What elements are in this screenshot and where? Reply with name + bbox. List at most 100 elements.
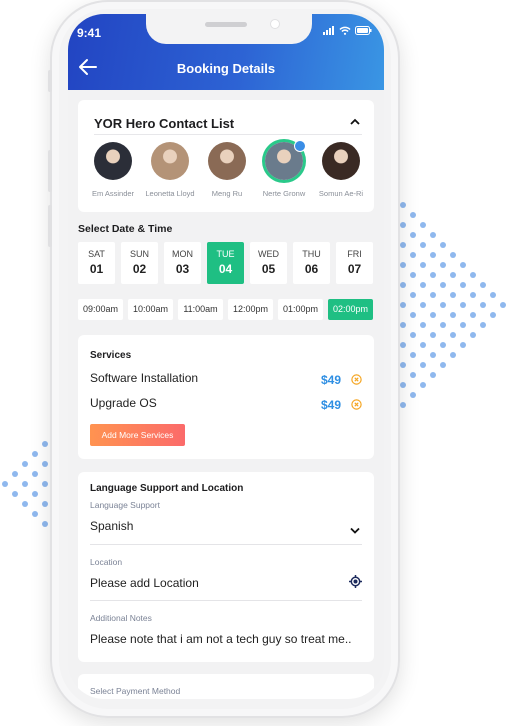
- contact-item[interactable]: Somun Ae-Ri: [312, 142, 370, 198]
- date-option[interactable]: THU 06: [293, 242, 330, 284]
- decorative-dot: [410, 292, 416, 298]
- decorative-dot: [430, 352, 436, 358]
- day-name: FRI: [347, 249, 362, 259]
- page-title: Booking Details: [176, 61, 276, 76]
- contact-item[interactable]: Meng Ru: [198, 142, 256, 198]
- decorative-dot: [400, 342, 406, 348]
- decorative-dot: [420, 302, 426, 308]
- service-price: $49: [320, 373, 341, 387]
- decorative-dot: [470, 292, 476, 298]
- date-option[interactable]: SAT 01: [78, 242, 115, 284]
- decorative-dot: [12, 491, 18, 497]
- decorative-dot: [450, 272, 456, 278]
- time-slot[interactable]: 11:00am: [178, 299, 223, 320]
- day-name: TUE: [216, 249, 235, 259]
- location-input[interactable]: Please add Location: [90, 576, 199, 590]
- decorative-dot: [400, 222, 406, 228]
- contact-name: Leonetta Lloyd: [145, 189, 195, 198]
- decorative-dot: [470, 332, 476, 338]
- decorative-dot: [460, 282, 466, 288]
- divider: [90, 600, 362, 601]
- status-icons: [323, 26, 372, 35]
- decorative-dot: [12, 471, 18, 477]
- locate-target-icon[interactable]: [349, 575, 362, 588]
- day-name: SAT: [88, 249, 105, 259]
- add-more-services-button[interactable]: Add More Services: [90, 424, 185, 446]
- service-name: Software Installation: [90, 371, 199, 385]
- volume-up-button: [48, 150, 52, 192]
- decorative-dot: [440, 302, 446, 308]
- decorative-dot: [42, 461, 48, 467]
- date-option[interactable]: MON 03: [164, 242, 201, 284]
- contact-name: Somun Ae-Ri: [318, 189, 364, 198]
- remove-circle-icon[interactable]: [351, 399, 362, 410]
- contact-name: Meng Ru: [211, 189, 243, 198]
- decorative-dot: [42, 441, 48, 447]
- time-slot[interactable]: 01:00pm: [278, 299, 323, 320]
- decorative-dot: [400, 202, 406, 208]
- decorative-dot: [2, 481, 8, 487]
- time-slot[interactable]: 10:00am: [128, 299, 173, 320]
- decorative-dot: [400, 262, 406, 268]
- decorative-dot: [500, 302, 506, 308]
- decorative-dot: [460, 262, 466, 268]
- contact-name: Nerte Gronw: [262, 189, 306, 198]
- avatar: [151, 142, 189, 180]
- contact-item[interactable]: Nerte Gronw: [255, 140, 313, 198]
- date-option[interactable]: FRI 07: [336, 242, 373, 284]
- decorative-dot: [410, 312, 416, 318]
- decorative-dot: [420, 262, 426, 268]
- decorative-dot: [430, 372, 436, 378]
- day-date: 07: [347, 262, 362, 276]
- contact-item[interactable]: Em Assinder: [84, 142, 142, 198]
- wifi-icon: [339, 26, 351, 35]
- avatar: [208, 142, 246, 180]
- battery-icon: [355, 26, 372, 35]
- day-date: 01: [89, 262, 104, 276]
- decorative-dot: [32, 451, 38, 457]
- decorative-dot: [400, 302, 406, 308]
- day-date: 05: [261, 262, 276, 276]
- decorative-dot: [32, 511, 38, 517]
- remove-circle-icon[interactable]: [351, 374, 362, 385]
- decorative-dot: [400, 282, 406, 288]
- divider: [94, 134, 362, 135]
- decorative-dot: [460, 342, 466, 348]
- time-slot[interactable]: 09:00am: [78, 299, 123, 320]
- divider: [90, 544, 362, 545]
- avatar: [265, 140, 306, 180]
- service-name: Upgrade OS: [90, 396, 157, 410]
- decorative-dot: [22, 481, 28, 487]
- payment-method-card[interactable]: Select Payment Method: [78, 674, 374, 699]
- avatar: [94, 142, 132, 180]
- day-date: 04: [218, 262, 233, 276]
- signal-icon: [323, 26, 334, 35]
- date-option[interactable]: TUE 04: [207, 242, 244, 284]
- date-option[interactable]: WED 05: [250, 242, 287, 284]
- decorative-dot: [450, 292, 456, 298]
- day-name: WED: [258, 249, 279, 259]
- decorative-dot: [42, 481, 48, 487]
- chevron-up-icon[interactable]: [350, 118, 360, 126]
- decorative-dot: [400, 322, 406, 328]
- decorative-dot: [480, 322, 486, 328]
- notes-input[interactable]: Please note that i am not a tech guy so …: [90, 632, 351, 646]
- decorative-dot: [420, 282, 426, 288]
- time-slot[interactable]: 12:00pm: [228, 299, 273, 320]
- decorative-dot: [480, 302, 486, 308]
- decorative-dot: [32, 491, 38, 497]
- decorative-dot: [440, 322, 446, 328]
- time-slot[interactable]: 02:00pm: [328, 299, 373, 320]
- decorative-dot: [450, 332, 456, 338]
- decorative-dot: [480, 282, 486, 288]
- decorative-dot: [22, 461, 28, 467]
- mute-switch: [48, 70, 52, 92]
- chevron-down-icon[interactable]: [350, 527, 360, 534]
- decorative-dot: [22, 501, 28, 507]
- decorative-dot: [42, 501, 48, 507]
- decorative-dot: [420, 242, 426, 248]
- decorative-dot: [42, 521, 48, 527]
- contact-item[interactable]: Leonetta Lloyd: [141, 142, 199, 198]
- date-option[interactable]: SUN 02: [121, 242, 158, 284]
- language-select[interactable]: Spanish: [90, 519, 133, 533]
